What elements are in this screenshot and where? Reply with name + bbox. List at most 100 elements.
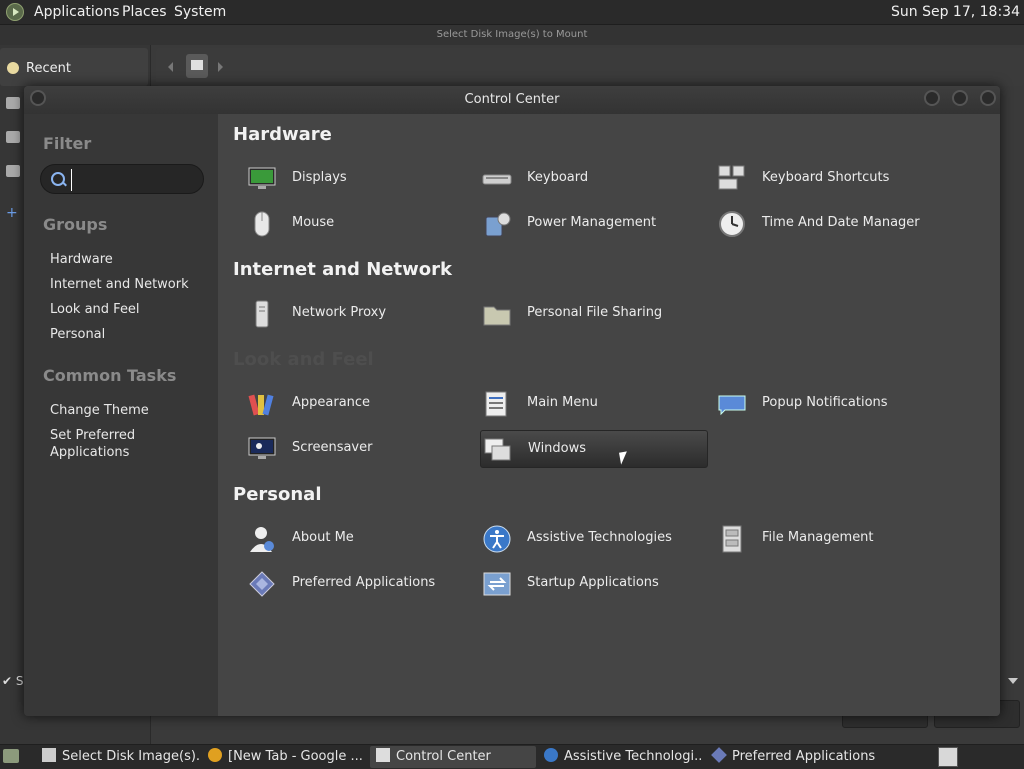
menu-places[interactable]: Places (122, 4, 167, 20)
task-link-preferred-apps[interactable]: Set Preferred Applications (50, 427, 160, 461)
close-icon[interactable] (980, 90, 996, 106)
item-personal-file-sharing[interactable]: Personal File Sharing (468, 295, 696, 333)
category-heading-personal: Personal (233, 484, 322, 505)
item-label: Keyboard Shortcuts (762, 170, 890, 185)
category-heading-internet-network: Internet and Network (233, 259, 452, 280)
task-select-disk-image[interactable]: Select Disk Image(s)... (36, 746, 200, 768)
main-menu-icon (485, 391, 507, 417)
item-label: Main Menu (527, 395, 598, 410)
task-label: Assistive Technologi... (564, 749, 702, 764)
search-input[interactable] (71, 169, 202, 191)
item-assistive-technologies[interactable]: Assistive Technologies (468, 520, 696, 558)
chrome-icon (208, 748, 222, 762)
background-dialog-title: Select Disk Image(s) to Mount (0, 25, 1024, 45)
clock-icon (719, 211, 745, 237)
task-label: Control Center (396, 749, 491, 764)
display-icon (248, 167, 276, 189)
item-about-me[interactable]: About Me (233, 520, 461, 558)
add-location-icon[interactable]: + (6, 205, 18, 221)
group-link-internet-network[interactable]: Internet and Network (50, 276, 189, 293)
control-center-window: Control Center Filter Groups Hardware In… (24, 86, 1000, 716)
item-label: Assistive Technologies (527, 530, 672, 545)
common-tasks-heading: Common Tasks (43, 366, 177, 385)
item-screensaver[interactable]: Screensaver (233, 430, 461, 468)
background-path-bar (156, 48, 1024, 86)
menu-applications[interactable]: Applications (34, 4, 120, 20)
desktop-folder-icon[interactable] (6, 131, 20, 143)
appearance-icon (248, 394, 274, 416)
distro-logo-icon[interactable] (6, 3, 24, 21)
minimize-icon[interactable] (924, 90, 940, 106)
startup-apps-icon (483, 572, 511, 596)
path-forward-icon[interactable] (218, 62, 223, 72)
item-power-management[interactable]: Power Management (468, 205, 696, 243)
task-label: [New Tab - Google ... (228, 749, 363, 764)
background-checkbox[interactable]: ✔ S (2, 674, 24, 688)
scroll-down-icon[interactable] (1008, 678, 1018, 684)
item-time-and-date[interactable]: Time And Date Manager (703, 205, 931, 243)
preferred-apps-icon (249, 571, 275, 597)
path-back-icon[interactable] (168, 62, 173, 72)
maximize-icon[interactable] (952, 90, 968, 106)
preferred-apps-icon (711, 747, 727, 763)
clock[interactable]: Sun Sep 17, 18:34 (891, 4, 1020, 20)
item-label: Screensaver (292, 440, 373, 455)
category-heading-hardware: Hardware (233, 124, 332, 145)
taskbar: Select Disk Image(s)... [New Tab - Googl… (0, 744, 1024, 769)
item-displays[interactable]: Displays (233, 160, 461, 198)
item-appearance[interactable]: Appearance (233, 385, 461, 423)
network-proxy-icon (255, 300, 269, 328)
search-box[interactable] (40, 164, 204, 194)
accessibility-icon (544, 748, 558, 762)
item-label: Popup Notifications (762, 395, 888, 410)
drive-icon[interactable] (6, 165, 20, 177)
power-management-icon (485, 212, 511, 237)
window-title: Control Center (464, 92, 560, 107)
groups-heading: Groups (43, 215, 108, 234)
item-windows[interactable]: Windows (480, 430, 708, 468)
disk-image-icon (42, 748, 56, 762)
item-popup-notifications[interactable]: Popup Notifications (703, 385, 931, 423)
control-center-icon (376, 748, 390, 762)
task-control-center[interactable]: Control Center (370, 746, 536, 768)
item-file-management[interactable]: File Management (703, 520, 931, 558)
windows-icon (484, 438, 511, 461)
keyboard-icon (482, 174, 512, 185)
screensaver-icon (248, 437, 276, 459)
menu-system[interactable]: System (174, 4, 226, 20)
item-label: Keyboard (527, 170, 589, 185)
item-label: Preferred Applications (292, 575, 436, 590)
about-me-icon (250, 527, 274, 552)
task-assistive-technologies[interactable]: Assistive Technologi... (538, 746, 702, 768)
task-preferred-applications[interactable]: Preferred Applications (706, 746, 876, 768)
item-keyboard-shortcuts[interactable]: Keyboard Shortcuts (703, 160, 931, 198)
category-heading-look-and-feel: Look and Feel (233, 349, 374, 370)
group-link-personal[interactable]: Personal (50, 326, 105, 343)
item-startup-applications[interactable]: Startup Applications (468, 565, 696, 603)
accessibility-icon (483, 525, 511, 553)
task-link-change-theme[interactable]: Change Theme (50, 402, 149, 419)
recent-label: Recent (26, 61, 71, 76)
group-link-look-and-feel[interactable]: Look and Feel (50, 301, 140, 318)
notification-icon (718, 395, 746, 416)
filter-heading: Filter (43, 134, 92, 153)
show-desktop-icon[interactable] (3, 749, 19, 763)
item-label: About Me (292, 530, 354, 545)
recent-place[interactable]: Recent (0, 48, 148, 86)
item-label: File Management (762, 530, 874, 545)
window-titlebar[interactable]: Control Center (24, 86, 1000, 114)
item-keyboard[interactable]: Keyboard (468, 160, 696, 198)
group-link-hardware[interactable]: Hardware (50, 251, 113, 268)
item-preferred-applications[interactable]: Preferred Applications (233, 565, 461, 603)
item-label: Network Proxy (292, 305, 387, 320)
path-device-button[interactable] (186, 54, 208, 78)
sidebar: Filter Groups Hardware Internet and Netw… (24, 114, 218, 716)
item-main-menu[interactable]: Main Menu (468, 385, 696, 423)
item-label: Appearance (292, 395, 371, 410)
item-mouse[interactable]: Mouse (233, 205, 461, 243)
item-label: Windows (528, 441, 587, 456)
item-network-proxy[interactable]: Network Proxy (233, 295, 461, 333)
home-folder-icon[interactable] (6, 97, 20, 109)
tray-app-icon[interactable] (938, 747, 958, 767)
task-chrome-new-tab[interactable]: [New Tab - Google ... (202, 746, 366, 768)
